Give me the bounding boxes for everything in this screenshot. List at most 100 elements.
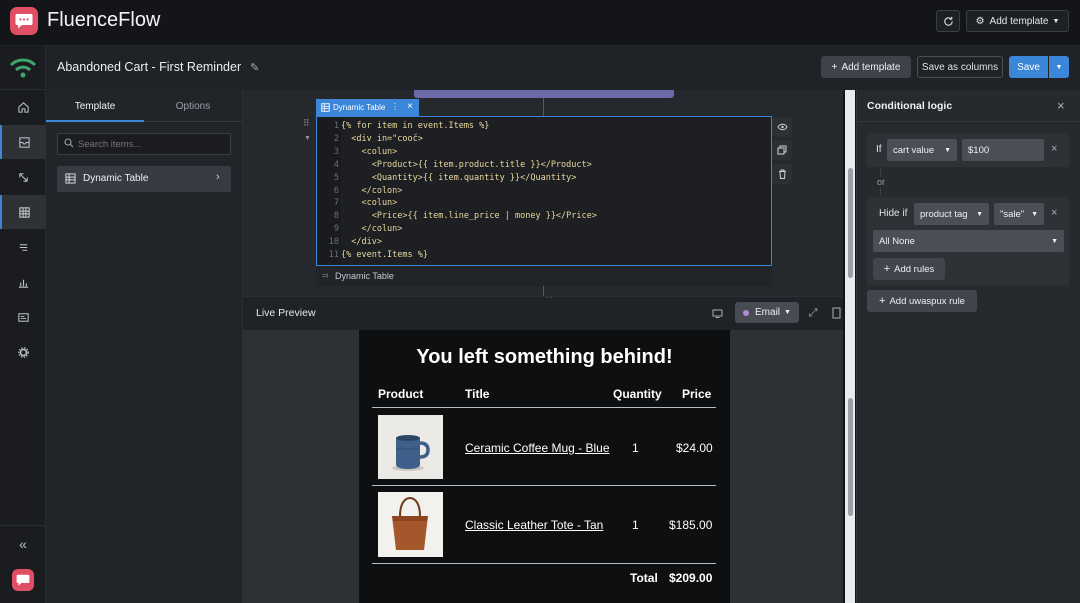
canvas-scroll-thumb[interactable]: [848, 168, 853, 278]
product-title-link[interactable]: Ceramic Coffee Mug - Blue: [465, 441, 610, 455]
total-label: Total: [630, 571, 658, 585]
code-line[interactable]: <colun>: [341, 147, 397, 157]
tab-template[interactable]: Template: [46, 92, 144, 122]
plus-icon: +: [883, 263, 891, 275]
or-label: or: [876, 177, 887, 187]
chevron-down-icon: ▼: [976, 210, 983, 218]
line-number: 10: [328, 237, 339, 248]
remove-rule-icon[interactable]: ×: [1051, 207, 1057, 219]
rail-inbox[interactable]: [0, 125, 46, 159]
remove-rule-icon[interactable]: ×: [1051, 143, 1057, 155]
rail-list[interactable]: [0, 230, 46, 264]
add-template-label: Add template: [841, 61, 901, 73]
product-image-mug: [378, 415, 443, 479]
close-icon[interactable]: ×: [1057, 98, 1065, 113]
editor-tab[interactable]: Dynamic Table ⋮ ×: [316, 99, 419, 116]
desktop-icon[interactable]: [710, 306, 724, 320]
refresh-button[interactable]: [936, 10, 960, 32]
search-icon: [64, 138, 74, 151]
rail-layout[interactable]: [0, 300, 46, 334]
line-number: 7: [333, 198, 339, 209]
refresh-icon: [943, 16, 953, 26]
preview-scrollbar[interactable]: [845, 90, 855, 603]
gear-icon: ⚙: [975, 15, 985, 27]
line-number: 5: [333, 172, 339, 183]
edit-pencil-icon[interactable]: ✎: [250, 61, 259, 74]
code-line[interactable]: </div>: [341, 237, 382, 247]
code-line[interactable]: <colun>: [341, 198, 397, 208]
product-title-link[interactable]: Classic Leather Tote - Tan: [465, 518, 603, 532]
row-divider: [372, 485, 716, 486]
save-as-columns-button[interactable]: Save as columns: [917, 56, 1003, 78]
rail-arrow[interactable]: [0, 160, 46, 194]
drag-handle-icon[interactable]: ⠿: [303, 118, 310, 129]
table-icon: [65, 173, 76, 187]
rule2-value-select[interactable]: "sale" ▼: [994, 203, 1044, 225]
search-input[interactable]: [78, 137, 226, 151]
rail-chart[interactable]: [0, 265, 46, 299]
tab-options-label: Options: [175, 101, 211, 112]
trash-icon: [778, 169, 786, 179]
rule1-value-input[interactable]: $100: [962, 139, 1044, 161]
rule1-field-select[interactable]: cart value ▼: [887, 139, 957, 161]
col-price: Price: [682, 387, 712, 401]
app-logo-icon[interactable]: [10, 7, 38, 35]
rail-settings[interactable]: [0, 335, 46, 369]
collapse-rail-button[interactable]: «: [12, 534, 34, 554]
chevron-down-icon: ▼: [1031, 210, 1038, 218]
code-editor[interactable]: 1 {% for item in event.Items %} 2 <div in=…: [316, 116, 772, 266]
code-line[interactable]: <Product>{{ item.product.title }}</Produ…: [341, 160, 592, 170]
layout-icon: [17, 312, 29, 322]
sidebar-item-dynamic-table[interactable]: Dynamic Table ›: [57, 166, 231, 192]
product-quantity: 1: [632, 441, 639, 455]
code-line[interactable]: <Quantity>{{ item.quantity }}</Quantity>: [341, 173, 577, 183]
rule2-field-select[interactable]: product tag ▼: [914, 203, 989, 225]
code-line[interactable]: {% event.Items %}: [341, 250, 428, 260]
panel-header-divider: [856, 121, 1080, 122]
email-preview: You left something behind! Product Title…: [359, 330, 730, 603]
chevron-down-icon: ▼: [1051, 237, 1058, 245]
chevron-down-icon: ▼: [944, 146, 951, 154]
tab-options[interactable]: Options: [144, 92, 242, 122]
rail-table[interactable]: [0, 195, 46, 229]
hide-if-label: Hide if: [879, 208, 908, 219]
chat-icon[interactable]: [12, 569, 34, 591]
add-rules-button[interactable]: + Add rules: [873, 258, 945, 280]
close-icon[interactable]: ×: [407, 101, 413, 112]
expand-icon[interactable]: ⤢: [806, 306, 820, 320]
preview-scroll-thumb[interactable]: [848, 398, 853, 516]
all-none-select[interactable]: All None ▼: [873, 230, 1064, 252]
code-line[interactable]: </colon>: [341, 186, 402, 196]
preview-toggle-button[interactable]: [772, 117, 792, 137]
chart-icon: [18, 279, 28, 288]
wifi-logo-icon[interactable]: [8, 56, 38, 80]
col-quantity: Quantity: [613, 387, 662, 401]
table-icon: [321, 103, 330, 114]
top-add-template-button[interactable]: ⚙ Add template ▼: [966, 10, 1069, 32]
duplicate-button[interactable]: [772, 140, 792, 160]
top-bar: [0, 0, 1080, 46]
save-button[interactable]: Save: [1009, 56, 1048, 78]
preview-mode-select[interactable]: Email ▼: [735, 302, 799, 323]
code-line[interactable]: <Price>{{ item.line_price | money }}</Pr…: [341, 211, 597, 221]
add-rule-button[interactable]: + Add uwaspux rule: [867, 290, 977, 312]
code-line[interactable]: {% for item in event.Items %}: [341, 121, 489, 131]
total-value: $209.00: [669, 571, 713, 585]
more-icon[interactable]: ⋮: [391, 102, 399, 111]
code-line[interactable]: <div in="cooč>: [341, 134, 423, 144]
table-icon: [18, 206, 30, 218]
resize-handle-icon[interactable]: ···: [545, 293, 553, 302]
sidebar-item-label: Dynamic Table: [83, 173, 149, 184]
save-dropdown-button[interactable]: ▼: [1049, 56, 1069, 78]
delete-button[interactable]: [772, 164, 792, 184]
tab-template-label: Template: [74, 100, 116, 112]
move-down-icon[interactable]: ▼: [304, 135, 311, 142]
rail-home[interactable]: [0, 90, 46, 124]
code-line[interactable]: </colun>: [341, 224, 402, 234]
add-template-button[interactable]: + Add template: [821, 56, 911, 78]
arrow-icon: [18, 172, 28, 182]
plus-icon: +: [879, 295, 886, 307]
search-box[interactable]: [57, 133, 231, 155]
add-rule-label: Add uwaspux rule: [889, 295, 965, 307]
mobile-icon[interactable]: [829, 305, 843, 320]
